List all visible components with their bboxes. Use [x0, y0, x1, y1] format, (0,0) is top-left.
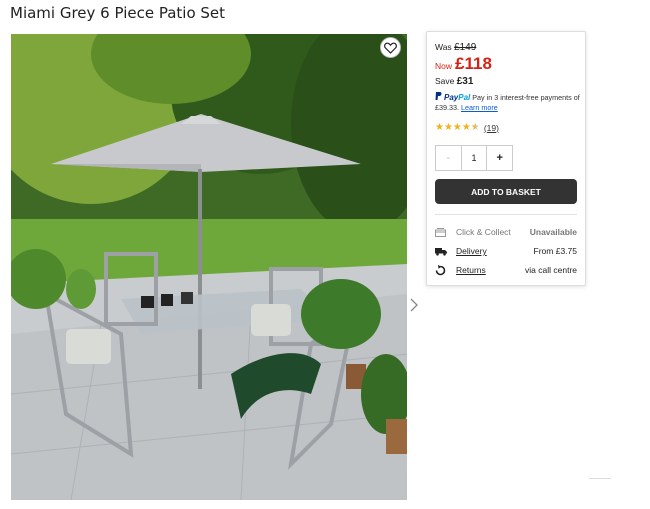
click-collect-row: Click & Collect Unavailable: [435, 226, 577, 238]
returns-link[interactable]: Returns: [456, 265, 525, 275]
divider: [435, 214, 577, 215]
patio-set-photo: [11, 34, 407, 500]
was-label: Was: [435, 42, 452, 52]
return-icon: [435, 264, 449, 276]
was-price: £149: [454, 42, 477, 53]
now-label: Now: [435, 61, 453, 71]
wishlist-heart-button[interactable]: [380, 37, 401, 58]
quantity-increase-button[interactable]: +: [486, 146, 512, 170]
star-rating-icon: ★★★★★: [435, 122, 480, 133]
quantity-stepper: - 1 +: [435, 145, 513, 171]
save-amount: £31: [456, 76, 474, 87]
add-to-basket-button[interactable]: ADD TO BASKET: [435, 179, 577, 204]
purchase-panel: Was £149 Now £118 Save £31 PayPal Pay in…: [426, 31, 586, 286]
next-image-chevron-icon[interactable]: [409, 298, 419, 312]
heart-icon: [384, 42, 397, 54]
store-icon: [435, 226, 449, 238]
paypal-logo-pay: Pay: [444, 93, 459, 102]
returns-value: via call centre: [525, 265, 577, 275]
truck-icon: [435, 245, 449, 257]
page-title: Miami Grey 6 Piece Patio Set: [10, 4, 226, 22]
paypal-message: PayPal Pay in 3 interest-free payments o…: [435, 92, 581, 113]
product-image[interactable]: [11, 34, 407, 500]
click-collect-value: Unavailable: [529, 227, 577, 237]
delivery-row: Delivery From £3.75: [435, 245, 577, 257]
review-count-link[interactable]: (19): [484, 123, 499, 133]
save-row: Save £31: [435, 76, 473, 87]
delivery-value: From £3.75: [533, 246, 577, 256]
quantity-value[interactable]: 1: [462, 146, 487, 170]
returns-row: Returns via call centre: [435, 264, 577, 276]
save-label: Save: [435, 76, 455, 86]
now-price-row: Now £118: [435, 54, 492, 74]
paypal-logo-icon: [435, 92, 444, 102]
rating-row[interactable]: ★★★★★ (19): [435, 122, 499, 133]
delivery-link[interactable]: Delivery: [456, 246, 534, 256]
quantity-decrease-button[interactable]: -: [436, 146, 462, 170]
paypal-logo-pal: Pal: [458, 93, 471, 102]
now-price: £118: [455, 54, 492, 73]
click-collect-label: Click & Collect: [456, 227, 511, 237]
divider: [589, 478, 611, 479]
was-price-row: Was £149: [435, 42, 476, 53]
paypal-learn-more-link[interactable]: Learn more: [461, 103, 498, 112]
